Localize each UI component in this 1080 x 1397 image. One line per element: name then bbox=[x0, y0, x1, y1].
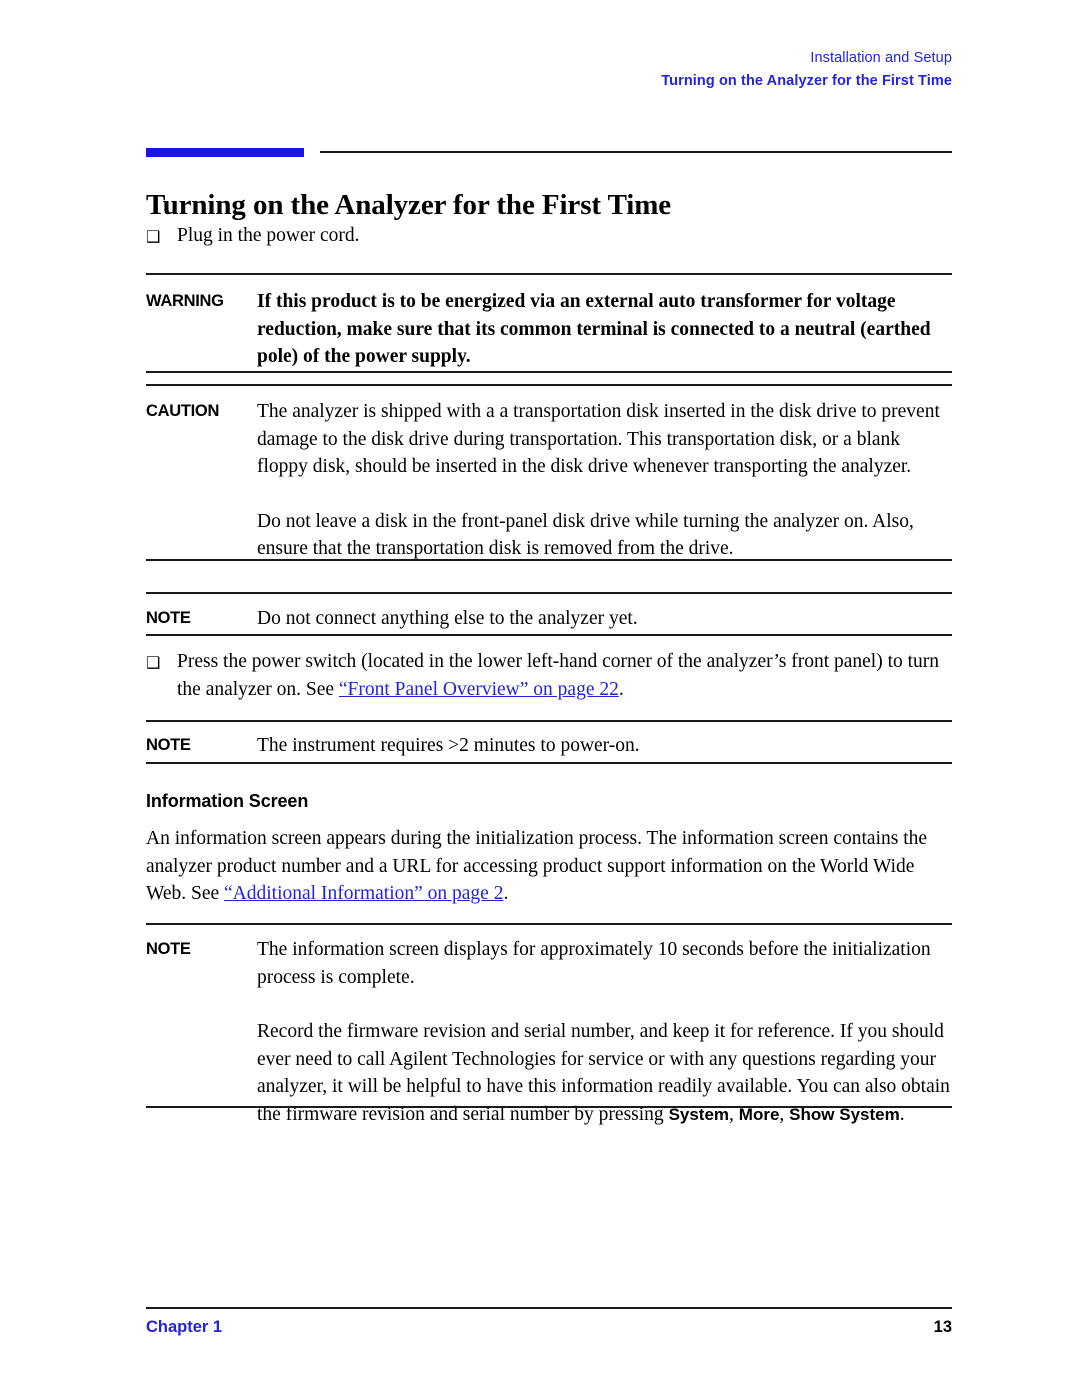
note2-top-rule bbox=[146, 720, 952, 722]
note3-top-rule bbox=[146, 923, 952, 925]
square-bullet-icon: ❑ bbox=[146, 227, 161, 246]
note2-bottom-rule bbox=[146, 762, 952, 764]
note3-block: NOTE The information screen displays for… bbox=[146, 936, 952, 1128]
caution-bottom-rule bbox=[146, 559, 952, 561]
footer-rule bbox=[146, 1307, 952, 1309]
list-item: ❑ Plug in the power cord. bbox=[146, 222, 952, 250]
cross-reference-additional-information[interactable]: “Additional Information” on page 2 bbox=[224, 883, 503, 904]
warning-text: If this product is to be energized via a… bbox=[257, 291, 931, 367]
title-black-rule bbox=[320, 151, 952, 153]
warning-bottom-rule bbox=[146, 371, 952, 373]
section-paragraph-after: . bbox=[503, 883, 509, 904]
note2-text: The instrument requires >2 minutes to po… bbox=[257, 735, 640, 756]
cross-reference-front-panel-overview[interactable]: “Front Panel Overview” on page 22 bbox=[339, 679, 619, 700]
note2-block: NOTE The instrument requires >2 minutes … bbox=[146, 732, 952, 760]
document-page: Installation and Setup Turning on the An… bbox=[0, 0, 1080, 1397]
section-heading-information-screen: Information Screen bbox=[146, 789, 952, 813]
warning-body: If this product is to be energized via a… bbox=[257, 288, 952, 371]
list-item-text-after: . bbox=[618, 678, 624, 700]
title-blue-bar bbox=[146, 148, 304, 157]
title-decoration bbox=[146, 148, 952, 158]
bullet-list-2: ❑ Press the power switch (located in the… bbox=[146, 648, 952, 703]
caution-block: CAUTION The analyzer is shipped with a a… bbox=[146, 398, 952, 563]
note3-label: NOTE bbox=[146, 940, 191, 958]
list-item: ❑ Press the power switch (located in the… bbox=[146, 648, 952, 703]
bullet-list-1: ❑ Plug in the power cord. bbox=[146, 222, 952, 250]
section-paragraph: An information screen appears during the… bbox=[146, 825, 952, 908]
section-paragraph-body: An information screen appears during the… bbox=[146, 825, 952, 908]
note1-text: Do not connect anything else to the anal… bbox=[257, 608, 638, 629]
footer-chapter-label: Chapter 1 bbox=[146, 1318, 223, 1336]
caution-body: The analyzer is shipped with a a transpo… bbox=[257, 398, 952, 563]
caution-paragraph-1: The analyzer is shipped with a a transpo… bbox=[257, 401, 940, 477]
page-footer: Chapter 1 13 bbox=[146, 1316, 952, 1338]
note3-paragraph-2: Record the firmware revision and serial … bbox=[257, 1018, 952, 1128]
note2-label: NOTE bbox=[146, 736, 191, 754]
note3-body: The information screen displays for appr… bbox=[257, 936, 952, 1128]
note1-bottom-rule bbox=[146, 634, 952, 636]
caution-top-rule bbox=[146, 384, 952, 386]
warning-label: WARNING bbox=[146, 292, 224, 310]
warning-block: WARNING If this product is to be energiz… bbox=[146, 288, 952, 371]
subheading-text: Information Screen bbox=[146, 791, 309, 811]
caution-label: CAUTION bbox=[146, 402, 220, 420]
page-title: Turning on the Analyzer for the First Ti… bbox=[146, 189, 672, 222]
note1-block: NOTE Do not connect anything else to the… bbox=[146, 605, 952, 633]
running-header-topic: Turning on the Analyzer for the First Ti… bbox=[661, 73, 952, 89]
warning-top-rule bbox=[146, 273, 952, 275]
note1-top-rule bbox=[146, 592, 952, 594]
caution-paragraph-2: Do not leave a disk in the front-panel d… bbox=[257, 510, 914, 560]
running-header-book-section: Installation and Setup bbox=[810, 50, 952, 66]
note1-label: NOTE bbox=[146, 609, 191, 627]
note1-body: Do not connect anything else to the anal… bbox=[257, 605, 952, 633]
note2-body: The instrument requires >2 minutes to po… bbox=[257, 732, 952, 760]
note3-paragraph-1: The information screen displays for appr… bbox=[257, 939, 931, 988]
square-bullet-icon: ❑ bbox=[146, 653, 161, 672]
footer-page-number: 13 bbox=[933, 1318, 952, 1336]
running-header: Installation and Setup Turning on the An… bbox=[146, 48, 952, 91]
list-item-text: Plug in the power cord. bbox=[177, 225, 360, 246]
note3-bottom-rule bbox=[146, 1106, 952, 1108]
